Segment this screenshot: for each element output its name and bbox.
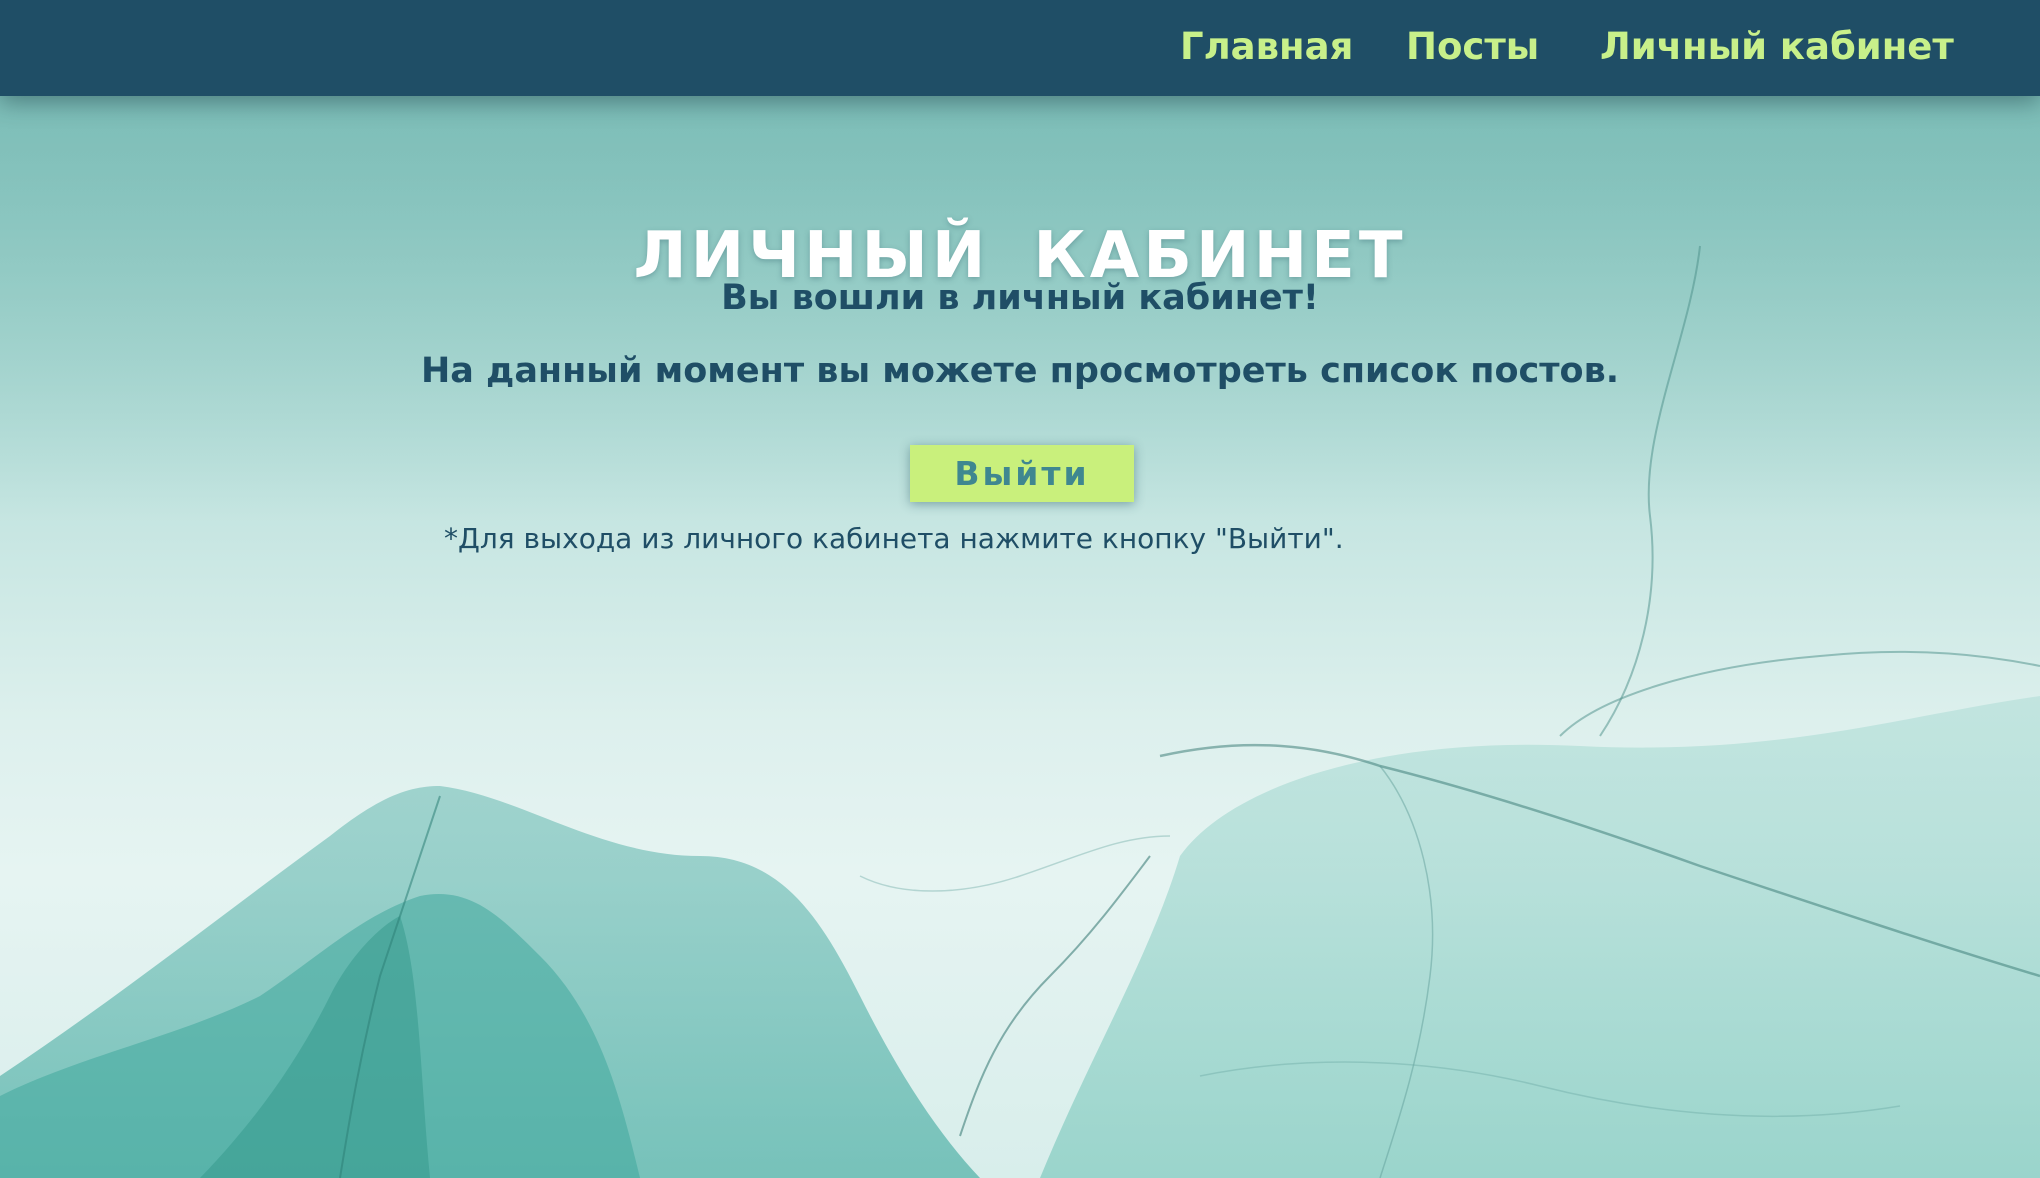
nav-link-cabinet[interactable]: Личный кабинет	[1600, 22, 1954, 72]
nav-link-home[interactable]: Главная	[1180, 22, 1353, 72]
logout-hint-note: *Для выхода из личного кабинета нажмите …	[444, 522, 1344, 555]
info-message: На данный момент вы можете просмотреть с…	[420, 351, 1620, 391]
welcome-message: Вы вошли в личный кабинет!	[721, 278, 1319, 318]
top-navbar: Главная Посты Личный кабинет	[0, 0, 2040, 96]
nav-link-posts[interactable]: Посты	[1406, 22, 1539, 72]
logout-button[interactable]: Выйти	[910, 445, 1134, 502]
